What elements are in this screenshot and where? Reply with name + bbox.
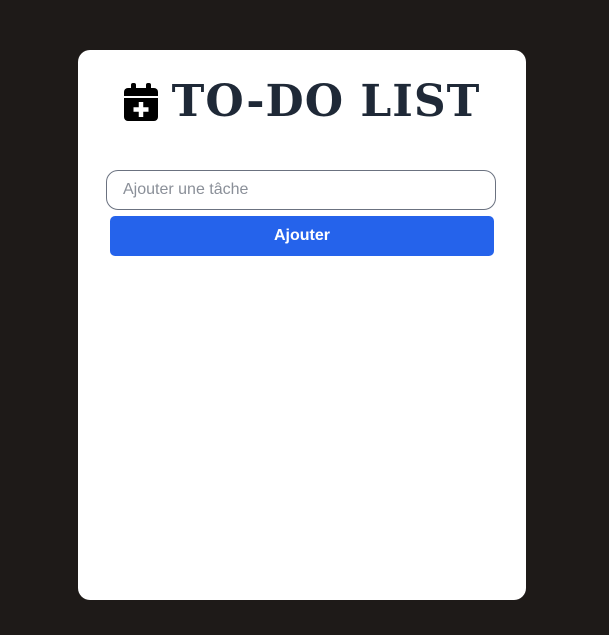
calendar-plus-icon xyxy=(123,83,158,121)
task-list xyxy=(106,270,496,570)
page-title: TO-DO LIST xyxy=(171,76,481,127)
task-input[interactable] xyxy=(106,170,496,210)
app-header: TO-DO LIST xyxy=(78,74,526,130)
add-task-button[interactable]: Ajouter xyxy=(110,216,494,256)
todo-card: TO-DO LIST Ajouter xyxy=(78,50,526,600)
